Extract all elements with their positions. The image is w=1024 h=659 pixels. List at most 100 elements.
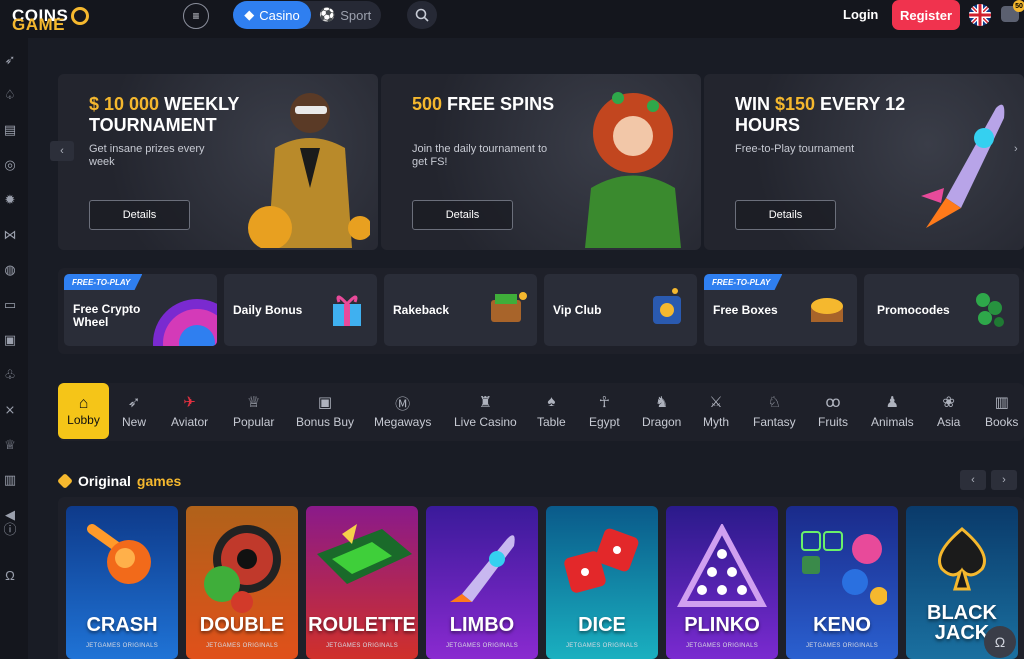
handshake-icon[interactable]: ⋈ — [2, 227, 18, 243]
game-card-double[interactable]: DOUBLE JETGAMES ORIGINALS — [186, 506, 298, 659]
book-icon: ▥ — [994, 394, 1009, 411]
game-card-crash[interactable]: CRASH JETGAMES ORIGINALS — [66, 506, 178, 659]
category-label: Asia — [937, 415, 961, 429]
megaphone-icon[interactable]: ◀ — [2, 507, 18, 523]
promo-vip-club[interactable]: Vip Club — [544, 274, 697, 346]
crown-icon[interactable]: ♕ — [2, 437, 18, 453]
promo-promocodes[interactable]: Promocodes — [864, 274, 1019, 346]
help-icon[interactable]: ⓘ — [2, 522, 18, 538]
details-button[interactable]: Details — [89, 200, 190, 230]
promo-free-boxes[interactable]: FREE-TO-PLAY Free Boxes — [704, 274, 857, 346]
category-egypt[interactable]: ☥ Egypt — [589, 393, 620, 429]
cat-icon: ♟ — [885, 394, 900, 411]
chat-badge: 50 — [1013, 0, 1024, 12]
banner-next-button[interactable]: › — [1014, 143, 1018, 155]
category-fruits[interactable]: ꝏ Fruits — [818, 393, 848, 429]
treasure-box-icon — [811, 298, 843, 322]
gift-box-icon — [333, 295, 361, 326]
game-card-keno[interactable]: KENO JETGAMES ORIGINALS — [786, 506, 898, 659]
tab-sport[interactable]: ⚽ Sport — [319, 1, 379, 29]
chat-button[interactable]: 50 — [1001, 0, 1024, 22]
category-label: Table — [537, 415, 566, 429]
register-button[interactable]: Register — [892, 0, 960, 30]
category-books[interactable]: ▥ Books — [985, 393, 1018, 429]
category-bonus-buy[interactable]: ▣ Bonus Buy — [296, 393, 354, 429]
tree-icon[interactable]: ♧ — [2, 367, 18, 383]
new-badge-icon[interactable]: ✹ — [2, 192, 18, 208]
category-popular[interactable]: ♕ Popular — [233, 393, 274, 429]
category-asia[interactable]: ❀ Asia — [937, 393, 960, 429]
headset-icon[interactable]: Ω — [2, 568, 18, 584]
target-icon[interactable]: ◎ — [2, 157, 18, 173]
basketball-icon[interactable]: ◍ — [2, 262, 18, 278]
category-lobby[interactable]: ⌂ Lobby — [58, 383, 109, 439]
category-aviator[interactable]: ✈ Aviator — [171, 393, 208, 429]
promo-label: Free Crypto Wheel — [73, 302, 141, 329]
lotus-icon: ❀ — [942, 394, 955, 411]
category-table[interactable]: ♠ Table — [537, 393, 566, 429]
login-button[interactable]: Login — [843, 7, 878, 22]
banner-subtitle: Free-to-Play tournament — [735, 143, 855, 155]
category-label: Fantasy — [753, 415, 796, 429]
rocket-icon: ➶ — [127, 394, 141, 411]
ticket-icon[interactable]: ▥ — [2, 472, 18, 488]
game-card-plinko[interactable]: PLINKO JETGAMES ORIGINALS — [666, 506, 778, 659]
category-animals[interactable]: ♟ Animals — [871, 393, 914, 429]
details-button[interactable]: Details — [735, 200, 836, 230]
crown-icon: ♕ — [246, 394, 261, 411]
game-name: PLINKO — [684, 614, 760, 636]
promo-daily-bonus[interactable]: Daily Bonus — [224, 274, 377, 346]
category-new[interactable]: ➶ New — [122, 393, 146, 429]
games-next-button[interactable]: › — [991, 470, 1017, 490]
category-fantasy[interactable]: ♘ Fantasy — [753, 393, 796, 429]
chips-icon — [976, 293, 1004, 327]
wands-icon[interactable]: ⨯ — [2, 402, 18, 418]
details-button[interactable]: Details — [412, 200, 513, 230]
wheel-icon — [153, 299, 217, 346]
promo-banners: $ 10 000 WEEKLY TOURNAMENT Get insane pr… — [50, 74, 1024, 250]
promo-label: Vip Club — [553, 303, 602, 317]
basket-icon[interactable]: ▤ — [2, 122, 18, 138]
banner-prev-button[interactable]: ‹ — [50, 141, 74, 161]
spade-icon[interactable]: ♤ — [2, 87, 18, 103]
category-megaways[interactable]: Ⓜ Megaways — [374, 393, 431, 429]
tab-casino[interactable]: ◆ Casino — [233, 1, 311, 29]
rocket-icon[interactable]: ➶ — [2, 52, 18, 68]
category-label: Fruits — [818, 415, 848, 429]
category-label: Popular — [233, 415, 275, 429]
language-flag-icon[interactable] — [969, 4, 991, 26]
sidebar: ➶ ♤ ▤ ◎ ✹ ⋈ ◍ ▭ ▣ ♧ ⨯ ♕ ▥ ◀ ⓘ Ω — [0, 38, 28, 659]
roulette-table-icon — [317, 524, 412, 584]
spade-icon — [938, 527, 986, 591]
category-label: Books — [985, 415, 1019, 429]
category-live-casino[interactable]: ♜ Live Casino — [454, 393, 517, 429]
banner-free-spins[interactable]: 500 FREE SPINS Join the daily tournament… — [381, 74, 701, 250]
joystick-icon: ♜ — [478, 394, 493, 411]
category-label: Bonus Buy — [296, 415, 355, 429]
games-prev-button[interactable]: ‹ — [960, 470, 986, 490]
game-name: DOUBLE — [199, 614, 285, 636]
menu-icon: ≡ — [192, 9, 200, 23]
category-label: New — [122, 415, 147, 429]
game-card-roulette[interactable]: ROULETTE JETGAMES ORIGINALS — [306, 506, 418, 659]
banner-weekly-tournament[interactable]: $ 10 000 WEEKLY TOURNAMENT Get insane pr… — [58, 74, 378, 250]
search-button[interactable] — [407, 1, 437, 29]
ankh-icon: ☥ — [598, 394, 610, 411]
gift-icon[interactable]: ▣ — [2, 332, 18, 348]
section-title-original-games: Original games — [57, 473, 181, 489]
game-card-limbo[interactable]: LIMBO JETGAMES ORIGINALS — [426, 506, 538, 659]
gamepad-icon[interactable]: ▭ — [2, 297, 18, 313]
category-dragon[interactable]: ♞ Dragon — [642, 393, 681, 429]
category-bar: ⌂ Lobby ➶ New ✈ Aviator ♕ Popular ▣ Bonus Bu… — [58, 383, 1024, 441]
rocket-art-icon — [921, 104, 1005, 228]
category-myth[interactable]: ⚔ Myth — [703, 393, 729, 429]
menu-button[interactable]: ≡ — [183, 3, 209, 29]
site-logo[interactable]: COINS GAME — [12, 6, 92, 34]
game-card-dice[interactable]: DICE JETGAMES ORIGINALS — [546, 506, 658, 659]
diamond-icon: ◆ — [244, 7, 255, 22]
tab-casino-label: Casino — [259, 7, 300, 23]
support-button[interactable]: Ω — [984, 626, 1016, 658]
promo-free-crypto-wheel[interactable]: FREE-TO-PLAY Free Crypto Wheel — [64, 274, 217, 346]
promo-rakeback[interactable]: Rakeback — [384, 274, 537, 346]
banner-win-150[interactable]: WIN $150 EVERY 12 HOURS Free-to-Play tou… — [704, 74, 1024, 250]
